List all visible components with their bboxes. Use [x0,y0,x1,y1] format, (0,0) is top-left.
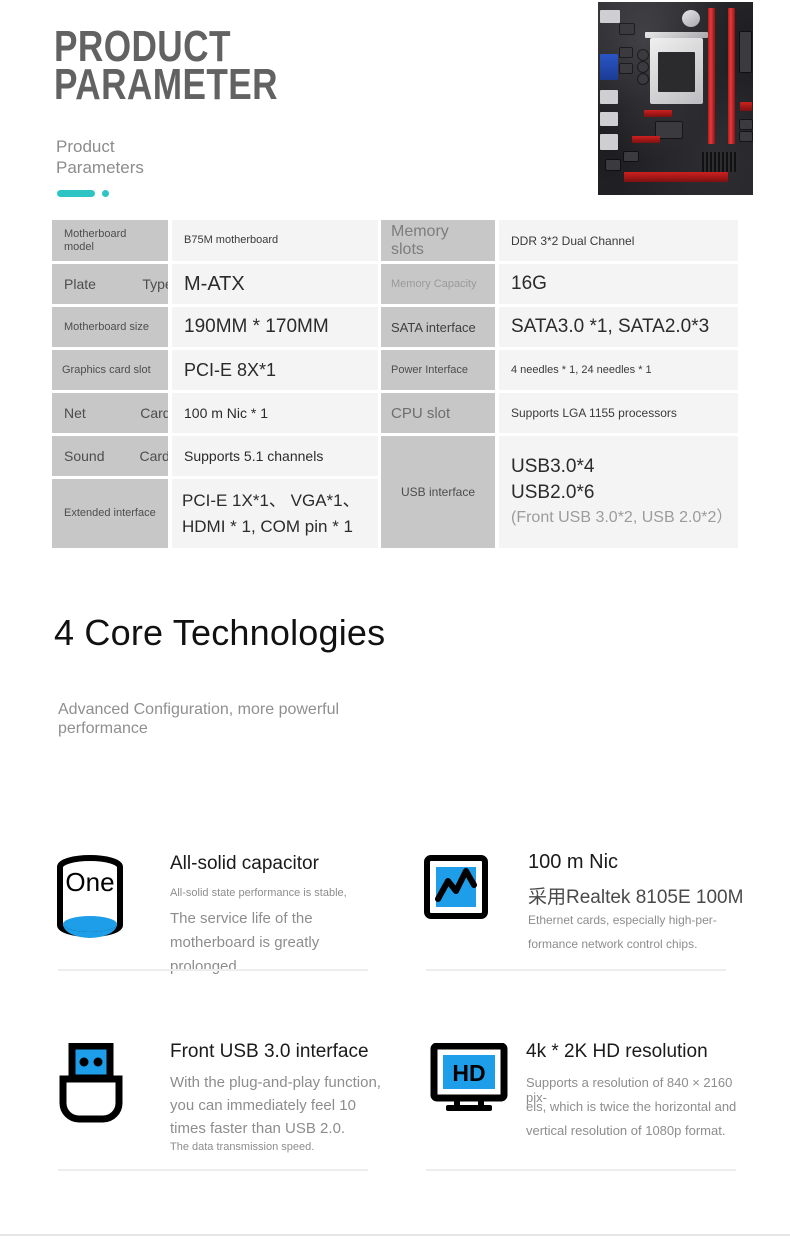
hero-section: PRODUCT PARAMETER Product Parameters [0,0,790,215]
section-title-core-technologies: 4 Core Technologies [54,612,386,653]
feature-small-line: All-solid state performance is stable, [170,887,347,899]
table-label-cell: Extended interface [52,479,168,548]
table-label-text: Plate Type [64,276,168,292]
table-value-cell: Supports LGA 1155 processors [499,393,738,433]
table-value-cell: 190MM * 170MM [172,307,378,347]
table-label-cell: Power Interface [381,350,495,390]
table-value-text: 4 needles * 1, 24 needles * 1 [511,364,652,376]
table-value-cell: 4 needles * 1, 24 needles * 1 [499,350,738,390]
table-value-cell: USB3.0*4 USB2.0*6 (Front USB 3.0*2, USB … [499,436,738,548]
table-label-text: Graphics card slot [62,364,151,376]
usb-flash-drive-icon [59,1043,123,1123]
feature-card-all-solid-capacitor: One All-solid capacitor All-solid state … [56,853,376,975]
divider [58,1169,368,1171]
table-label-cell: Sound Card [52,436,168,476]
table-label-cell: CPU slot [381,393,495,433]
table-value-cell: 16G [499,264,738,304]
table-value-text: Supports 5.1 channels [184,448,324,464]
feature-body: With the plug-and-play function, you can… [170,1074,381,1137]
product-image-motherboard [598,2,753,195]
feature-body-line: els, which is twice the horizontal and [526,1099,737,1114]
feature-title: 100 m Nic [528,851,619,873]
table-label-text: Extended interface [64,507,156,519]
table-value-line: USB2.0*6 [511,482,595,503]
table-label-text: Sound Card [64,448,168,464]
table-label-cell: Motherboard size [52,307,168,347]
carousel-dot[interactable] [102,190,109,197]
table-label-cell: Graphics card slot [52,350,168,390]
table-value-line: USB3.0*4 [511,456,595,477]
table-value-cell: Supports 5.1 channels [172,436,378,476]
feature-title: Front USB 3.0 interface [170,1041,369,1062]
table-value-cell: PCI-E 1X*1、 VGA*1、 HDMI * 1, COM pin * 1 [172,479,378,548]
table-value-cell: DDR 3*2 Dual Channel [499,220,738,261]
feature-title: All-solid capacitor [170,853,319,874]
table-label-cell: SATA interface [381,307,495,347]
carousel-indicator[interactable] [57,190,109,197]
network-chart-icon [424,855,488,919]
carousel-dot-active[interactable] [57,190,95,197]
table-value-cell: B75M motherboard [172,220,378,261]
feature-small-line: The data transmission speed. [170,1141,315,1153]
feature-body-line: vertical resolution of 1080p format. [526,1123,726,1138]
table-value-text: DDR 3*2 Dual Channel [511,233,635,248]
table-label-cell: Motherboard model [52,220,168,261]
capacitor-icon: One [57,855,123,938]
feature-title: 4k * 2K HD resolution [526,1041,708,1062]
capacitor-icon-label: One [65,867,114,897]
feature-body-line: formance network control chips. [528,937,698,951]
table-label-cell: Plate Type [52,264,168,304]
table-label-cell: Memory Capacity [381,264,495,304]
table-value-text: 100 m Nic * 1 [184,405,269,421]
hd-monitor-icon: HD [430,1043,508,1111]
table-label-text: Net Card [64,405,168,421]
table-value-text: SATA3.0 *1, SATA2.0*3 [511,316,710,337]
table-label-text: USB interface [400,485,476,499]
table-value-line: (Front USB 3.0*2, USB 2.0*2） [511,509,733,526]
feature-highlight: 采用Realtek 8105E 100M [528,887,744,908]
feature-card-100m-nic: 100 m Nic 采用Realtek 8105E 100M Ethernet … [424,851,744,975]
divider [426,1169,736,1171]
divider [58,969,368,971]
divider [426,969,726,971]
section-subtitle-core-technologies: Advanced Configuration, more powerful pe… [58,701,340,737]
page-bottom-divider [0,1234,790,1236]
table-label-cell: Net Card [52,393,168,433]
table-label-text: Memory Capacity [391,278,477,290]
table-value-text: M-ATX [184,272,245,295]
table-label-cell: USB interface [381,436,495,548]
table-value-text: B75M motherboard [184,234,279,246]
table-value-text: PCI-E 1X*1、 VGA*1、 HDMI * 1, COM pin * 1 [182,490,360,536]
feature-card-front-usb3: Front USB 3.0 interface With the plug-an… [56,1041,381,1173]
table-label-text: Power Interface [391,363,469,376]
page-subtitle: Product Parameters [56,137,144,177]
table-value-cell: 100 m Nic * 1 [172,393,378,433]
table-value-cell: PCI-E 8X*1 [172,350,378,390]
table-value-text: 190MM * 170MM [184,316,329,337]
table-label-cell: Memory slots [381,220,495,261]
table-label-text: Memory slots [391,222,449,258]
table-value-cell: M-ATX [172,264,378,304]
feature-body-line: Ethernet cards, especially high-per- [528,913,717,927]
hd-monitor-icon-label: HD [452,1060,485,1086]
feature-card-4k-hd: HD 4k * 2K HD resolution Supports a reso… [426,1041,750,1173]
table-value-cell: SATA3.0 *1, SATA2.0*3 [499,307,738,347]
table-value-text: 16G [511,273,547,294]
table-value-text: Supports LGA 1155 processors [511,406,677,420]
table-label-text: CPU slot [391,404,451,422]
table-label-text: SATA interface [391,319,476,335]
page-title: PRODUCT PARAMETER [54,22,278,109]
table-label-text: Motherboard model [64,227,127,253]
table-value-text: PCI-E 8X*1 [184,359,277,380]
table-label-text: Motherboard size [64,320,149,333]
